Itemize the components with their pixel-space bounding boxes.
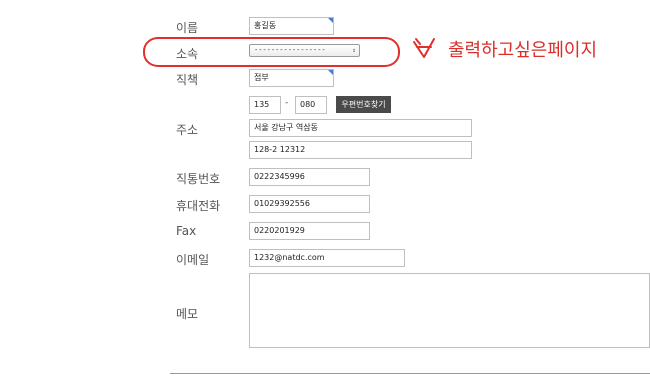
position-label: 직책 bbox=[176, 73, 199, 87]
direct-phone-label: 직통번호 bbox=[176, 172, 221, 186]
fax-label: Fax bbox=[176, 224, 197, 238]
address-line2-field[interactable]: 128-2 12312 bbox=[249, 141, 472, 159]
address-line1-field[interactable]: 서울 강남구 역삼동 bbox=[249, 119, 472, 137]
position-field[interactable]: 접부 bbox=[249, 69, 334, 87]
direct-phone-field[interactable]: 0222345996 bbox=[249, 168, 370, 186]
mobile-field[interactable]: 01029392556 bbox=[249, 195, 370, 213]
name-field[interactable]: 홍길동 bbox=[249, 17, 334, 35]
zip-search-button[interactable]: 우편번호찾기 bbox=[336, 96, 391, 113]
address-label: 주소 bbox=[176, 123, 199, 137]
bottom-divider bbox=[170, 373, 650, 374]
mobile-label: 휴대전화 bbox=[176, 199, 221, 213]
fax-field[interactable]: 0220201929 bbox=[249, 222, 370, 240]
name-label: 이름 bbox=[176, 21, 199, 35]
zip-code-second-field[interactable]: 080 bbox=[295, 96, 327, 114]
email-label: 이메일 bbox=[176, 253, 210, 267]
check-mark-icon bbox=[413, 38, 435, 58]
highlight-oval bbox=[143, 37, 400, 67]
zip-code-first-field[interactable]: 135 bbox=[249, 96, 281, 114]
annotation-text: 출력하고싶은페이지 bbox=[448, 40, 598, 61]
memo-label: 메모 bbox=[176, 307, 199, 321]
zip-separator: - bbox=[285, 98, 289, 108]
email-field[interactable]: 1232@natdc.com bbox=[249, 249, 405, 267]
memo-textarea[interactable] bbox=[249, 273, 650, 348]
